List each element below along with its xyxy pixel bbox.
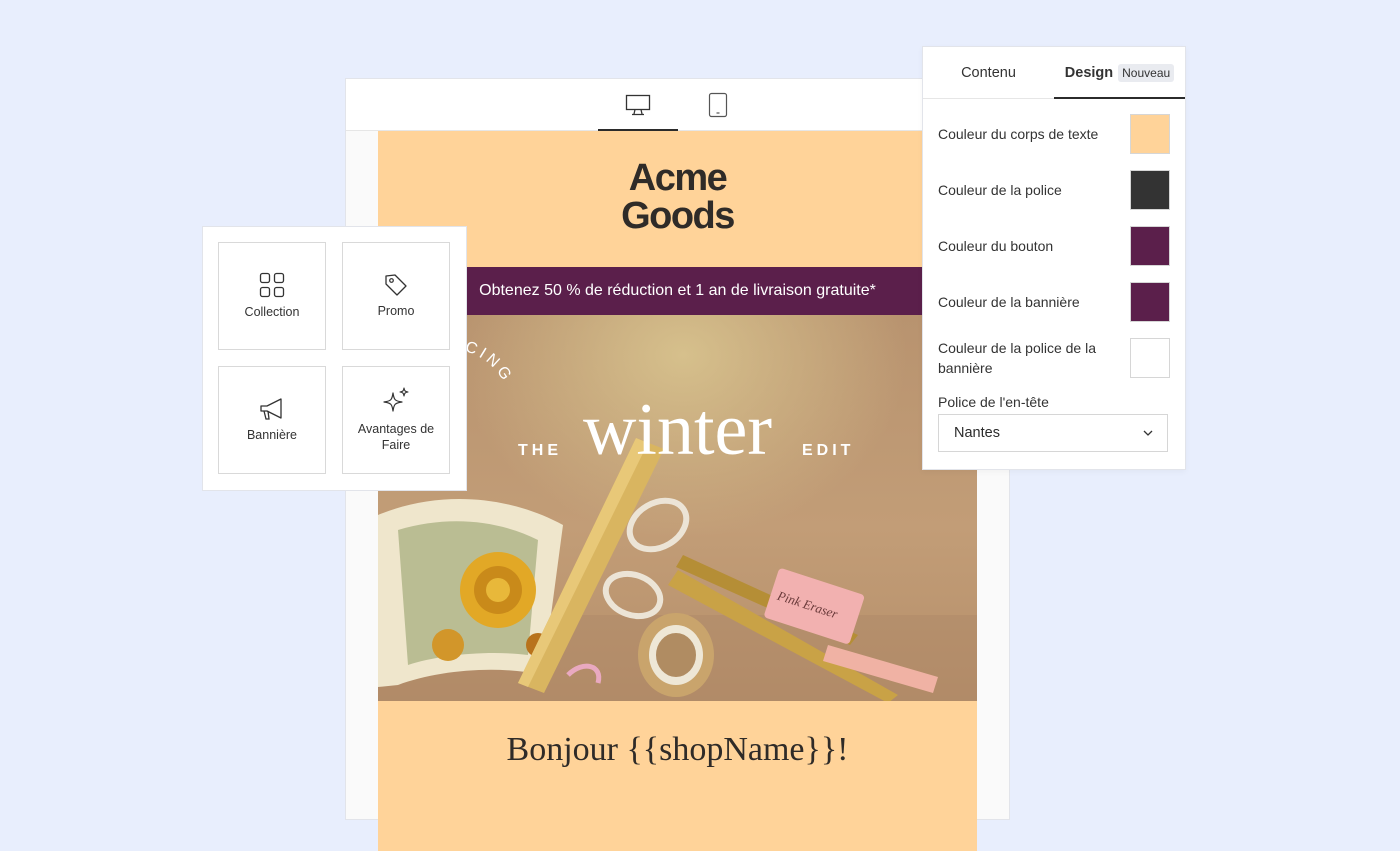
block-label: Bannière bbox=[246, 428, 298, 442]
block-label: Promo bbox=[377, 304, 415, 318]
tab-label: Contenu bbox=[961, 64, 1016, 81]
setting-banner-color: Couleur de la bannière bbox=[938, 282, 1170, 322]
email-greeting[interactable]: Bonjour {{shopName}}! bbox=[378, 731, 977, 769]
setting-banner-font-color: Couleur de la police de la bannière bbox=[938, 338, 1170, 378]
hero-edit-text: EDIT bbox=[802, 442, 855, 459]
chevron-down-icon bbox=[1143, 430, 1153, 436]
grid-icon bbox=[259, 272, 285, 298]
tablet-view-tab[interactable] bbox=[678, 79, 758, 130]
color-swatch[interactable] bbox=[1130, 226, 1170, 266]
email-logo: Acme Goods bbox=[621, 157, 735, 237]
email-promo-banner[interactable]: Obtenez 50 % de réduction et 1 an de liv… bbox=[378, 267, 977, 315]
sparkle-icon bbox=[383, 387, 409, 412]
panel-tabs: Contenu Design Nouveau bbox=[923, 47, 1185, 99]
color-swatch[interactable] bbox=[1130, 282, 1170, 322]
header-font-select[interactable]: Nantes bbox=[938, 414, 1168, 452]
tab-design[interactable]: Design Nouveau bbox=[1054, 47, 1185, 99]
setting-font-color: Couleur de la police bbox=[938, 170, 1170, 210]
new-badge: Nouveau bbox=[1118, 63, 1175, 82]
tag-icon bbox=[385, 274, 407, 296]
block-banner[interactable]: Bannière bbox=[218, 366, 326, 474]
setting-label: Couleur de la police bbox=[938, 182, 1062, 198]
header-font-label: Police de l'en-tête bbox=[938, 394, 1049, 410]
device-toolbar bbox=[346, 79, 1009, 131]
setting-label: Couleur de la police de la bannière bbox=[938, 340, 1096, 376]
color-swatch[interactable] bbox=[1130, 338, 1170, 378]
hero-winter-text: winter bbox=[582, 389, 773, 471]
content-blocks-palette: Collection Promo Bannière Avantages de F… bbox=[202, 226, 467, 491]
setting-label: Couleur du bouton bbox=[938, 238, 1054, 254]
color-swatch[interactable] bbox=[1130, 170, 1170, 210]
tab-label: Design bbox=[1064, 64, 1114, 81]
desktop-view-tab[interactable] bbox=[598, 79, 678, 131]
setting-label: Couleur du corps de texte bbox=[938, 126, 1099, 142]
setting-body-color: Couleur du corps de texte bbox=[938, 114, 1170, 154]
color-swatch[interactable] bbox=[1130, 114, 1170, 154]
setting-button-color: Couleur du bouton bbox=[938, 226, 1170, 266]
design-settings-panel: Contenu Design Nouveau Couleur du corps … bbox=[922, 46, 1186, 470]
block-promo[interactable]: Promo bbox=[342, 242, 450, 350]
hero-image[interactable]: Pink Eraser INTRODUCING THE winter EDIT bbox=[378, 315, 977, 701]
tablet-icon bbox=[708, 92, 728, 117]
desktop-icon bbox=[625, 94, 651, 115]
megaphone-icon bbox=[260, 398, 282, 420]
block-faire-benefits[interactable]: Avantages de Faire bbox=[342, 366, 450, 474]
setting-label: Couleur de la bannière bbox=[938, 294, 1080, 310]
header-font-value: Nantes bbox=[954, 425, 1000, 441]
block-label: Avantages de Faire bbox=[357, 422, 435, 452]
block-label: Collection bbox=[244, 305, 300, 319]
block-collection[interactable]: Collection bbox=[218, 242, 326, 350]
tab-contenu[interactable]: Contenu bbox=[923, 47, 1054, 98]
email-preview: Acme Goods Obtenez 50 % de réduction et … bbox=[378, 131, 977, 851]
